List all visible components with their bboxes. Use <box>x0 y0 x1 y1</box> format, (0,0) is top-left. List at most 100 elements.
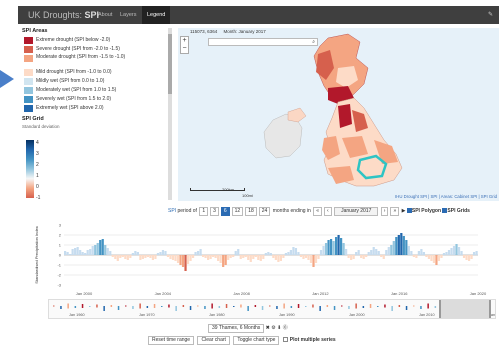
chart-bar <box>387 247 390 255</box>
map-search-input[interactable]: ⌕ <box>208 38 318 46</box>
legend-area-label: Severe drought (SPI from -2.0 to -1.5) <box>36 46 120 52</box>
navigator-mark <box>384 304 386 308</box>
period-button-1[interactable]: 1 <box>199 207 209 216</box>
nav-about[interactable]: About <box>98 12 112 18</box>
chart-bar <box>390 245 393 255</box>
chart-bar <box>279 255 282 261</box>
northern-ireland <box>287 107 307 123</box>
chart-bar <box>139 255 142 260</box>
navigator-selection[interactable] <box>439 300 491 318</box>
play-button[interactable]: ▶ <box>402 208 406 214</box>
chart-bar <box>116 255 119 261</box>
download-icon[interactable]: ⬇ <box>277 325 281 331</box>
spi-chart-svg[interactable]: Standardised Precipitation Index 3 2 1 0 -1 -2… <box>30 219 499 299</box>
chart-bar <box>317 255 320 259</box>
navigator-mark <box>290 306 293 308</box>
chart-bar <box>151 255 155 260</box>
chart-bar <box>294 248 298 255</box>
info-icon[interactable]: ⓪ <box>283 325 288 331</box>
chart-bar <box>242 255 245 258</box>
legend-scroll-thumb[interactable] <box>168 34 172 94</box>
map-canvas[interactable] <box>178 28 499 201</box>
nav-layers[interactable]: Layers <box>120 12 137 18</box>
next-button[interactable]: › <box>380 207 389 216</box>
pencil-icon[interactable]: ✎ <box>488 11 493 18</box>
navigator-mark <box>420 306 422 309</box>
date-input[interactable]: January 2017 <box>334 207 379 216</box>
chart-bar <box>292 247 295 255</box>
zoom-out-button[interactable]: − <box>181 45 188 53</box>
period-button-12[interactable]: 12 <box>231 207 244 216</box>
chart-bar <box>66 252 69 255</box>
navigator-mark <box>204 306 206 309</box>
chart-bar <box>247 255 250 260</box>
chart-bar <box>181 255 185 267</box>
navigator-mark <box>261 306 264 310</box>
navigator-tick-label: Jan 1990 <box>279 313 295 317</box>
map[interactable]: 115073, 6364 Month: January 2017 + − ⌕ 2… <box>178 28 499 201</box>
legend-area-row: Mildly wet (SPI from 0.0 to 1.0) <box>22 77 172 86</box>
navigator-mark <box>283 303 285 309</box>
navigator-mark <box>81 304 84 308</box>
period-button-24[interactable]: 24 <box>258 207 271 216</box>
grid-tick-label: 2 <box>36 162 39 168</box>
app: UK Droughts: SPI About Layers Legend ✎ S… <box>18 6 499 347</box>
chart-bar <box>402 236 405 255</box>
navigator-mark <box>125 305 127 307</box>
chart-bar <box>304 255 308 258</box>
grid-tick-label: -1 <box>36 195 41 200</box>
chart-buttons: Reset time range Clear chart Toggle char… <box>148 336 336 345</box>
nav-legend[interactable]: Legend <box>142 6 171 24</box>
toggle-chart-type-button[interactable]: Toggle chart type <box>233 336 280 345</box>
brand[interactable]: UK Droughts: SPI <box>28 10 99 20</box>
chart-bar <box>259 255 262 261</box>
chart-bar <box>450 248 453 255</box>
chart-bar <box>114 255 117 259</box>
navigator-tick-label: Jan 2000 <box>349 313 365 317</box>
prev-button[interactable]: ‹ <box>324 207 332 216</box>
settings-icon[interactable]: ⚙ <box>271 325 275 331</box>
legend-area-row: Extreme drought (SPI below -2.0) <box>22 36 172 45</box>
period-button-6[interactable]: 6 <box>220 207 230 216</box>
grid-tick-label: 4 <box>36 140 39 146</box>
spi-chart[interactable]: Standardised Precipitation Index 3 2 1 0 -1 -2… <box>30 219 499 299</box>
reset-time-range-button[interactable]: Reset time range <box>148 336 195 345</box>
y-tick-label: 0 <box>59 253 62 258</box>
search-icon[interactable]: ⌕ <box>312 39 315 45</box>
chart-bar <box>397 235 400 255</box>
chart-bar <box>367 252 370 255</box>
zoom-in-button[interactable]: + <box>181 37 188 45</box>
time-navigator[interactable]: Jan 1960 Jan 1970 Jan 1980 Jan 1990 Jan 2000… <box>48 299 499 319</box>
y-axis-label: Standardised Precipitation Index <box>34 226 39 284</box>
map-attribution[interactable]: IHU Drought SPI | SPI | Areas: Cabinet S… <box>395 194 497 199</box>
chart-bar <box>357 250 360 255</box>
first-button[interactable]: « <box>313 207 322 216</box>
clear-chart-button[interactable]: Clear chart <box>197 336 230 345</box>
navigator-mark <box>312 304 314 308</box>
chart-bar <box>314 255 318 263</box>
chart-bar <box>332 241 335 255</box>
chart-bar <box>186 255 190 264</box>
chart-bar <box>169 255 172 259</box>
navigator-mark <box>60 306 62 309</box>
navigator-tick-label: Jan 1970 <box>139 313 155 317</box>
chart-bar <box>196 251 200 255</box>
chart-bar <box>194 252 197 255</box>
chart-bar <box>470 255 473 259</box>
navigator-mark <box>233 306 235 307</box>
chart-bar <box>249 255 252 262</box>
chart-bar <box>84 253 87 255</box>
period-button-18[interactable]: 18 <box>245 207 257 216</box>
last-button[interactable]: » <box>390 207 400 216</box>
period-button-3[interactable]: 3 <box>210 207 219 216</box>
legend-scrollbar[interactable] <box>168 28 172 200</box>
chart-bar <box>455 244 458 255</box>
chart-bar <box>264 253 267 255</box>
months-label: months ending in <box>272 208 311 214</box>
chart-bar <box>375 249 378 255</box>
plot-multiple-checkbox[interactable] <box>282 337 288 343</box>
map-coordinates: 115073, 6364 Month: January 2017 <box>190 29 266 34</box>
remove-series-icon[interactable]: ✖ <box>266 325 270 331</box>
x-tick-label: Jan 2004 <box>155 291 172 296</box>
y-tick-label: 1 <box>59 243 62 248</box>
